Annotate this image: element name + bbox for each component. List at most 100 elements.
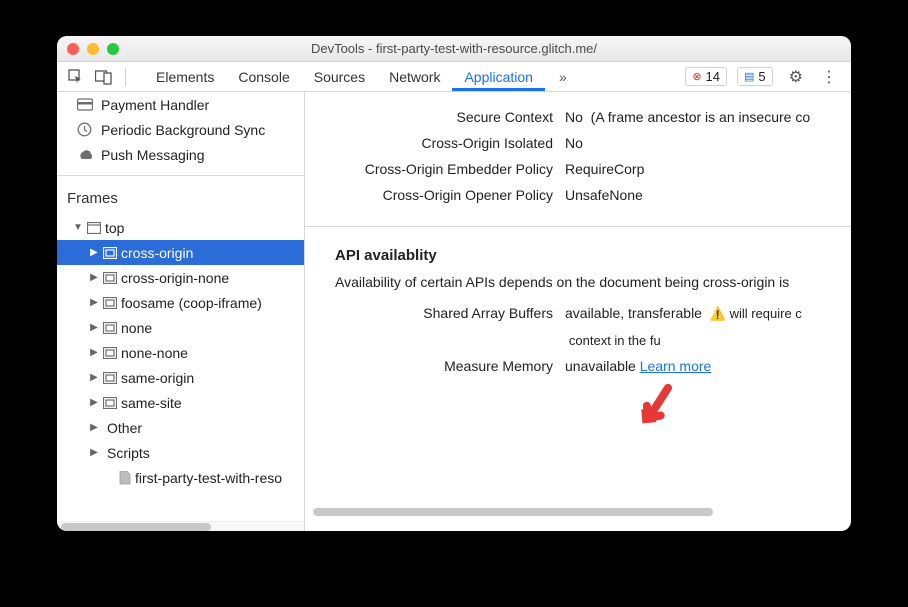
red-arrow-annotation (634, 383, 680, 429)
body: Payment Handler Periodic Background Sync P… (57, 92, 851, 531)
frame-first-party-test-with-reso[interactable]: first-party-test-with-reso (57, 465, 304, 490)
detail-row: Cross-Origin IsolatedNo (305, 130, 851, 156)
tab-sources[interactable]: Sources (302, 63, 377, 91)
divider (305, 226, 851, 227)
more-menu-icon[interactable]: ⋮ (815, 67, 843, 87)
tab-elements[interactable]: Elements (144, 63, 226, 91)
frame-same-origin[interactable]: ▶ same-origin (57, 365, 304, 390)
frame-label: none (121, 320, 152, 336)
frame-none-none[interactable]: ▶ none-none (57, 340, 304, 365)
api-section-desc: Availability of certain APIs depends on … (305, 270, 851, 300)
frame-cross-origin[interactable]: ▶ cross-origin (57, 240, 304, 265)
frame-label: Other (107, 420, 142, 436)
minimize-window-button[interactable] (87, 43, 99, 55)
frame-label: same-origin (121, 370, 194, 386)
frame-icon (103, 372, 117, 384)
api-label: Measure Memory (305, 358, 565, 374)
detail-label: Cross-Origin Isolated (305, 135, 565, 151)
frame-label: Scripts (107, 445, 150, 461)
disclosure-arrow-icon: ▶ (89, 447, 99, 458)
disclosure-arrow-icon: ▶ (89, 397, 99, 408)
sidebar-item-payment-handler[interactable]: Payment Handler (57, 92, 304, 117)
api-warning: ⚠️ will require c (710, 306, 802, 321)
detail-label: Cross-Origin Opener Policy (305, 187, 565, 203)
disclosure-arrow-icon: ▶ (89, 347, 99, 358)
detail-label: Cross-Origin Embedder Policy (305, 161, 565, 177)
frame-scripts[interactable]: ▶ Scripts (57, 440, 304, 465)
api-row: Measure Memoryunavailable Learn more (305, 353, 851, 379)
frame-label: foosame (coop-iframe) (121, 295, 262, 311)
api-label: Shared Array Buffers (305, 305, 565, 322)
sidebar: Payment Handler Periodic Background Sync P… (57, 92, 305, 531)
sidebar-item-push-messaging[interactable]: Push Messaging (57, 142, 304, 167)
frame-same-site[interactable]: ▶ same-site (57, 390, 304, 415)
disclosure-arrow-icon: ▶ (89, 422, 99, 433)
disclosure-arrow-icon: ▶ (89, 247, 99, 258)
sidebar-item-label: Payment Handler (101, 97, 209, 113)
disclosure-arrow-icon: ▶ (89, 297, 99, 308)
api-section-title: API availablity (305, 233, 851, 270)
api-label (305, 332, 565, 348)
toolbar-divider (125, 68, 126, 86)
tab-application[interactable]: Application (452, 63, 545, 91)
frame-label: cross-origin (121, 245, 193, 261)
detail-row: Secure ContextNo (A frame ancestor is an… (305, 104, 851, 130)
frame-cross-origin-none[interactable]: ▶ cross-origin-none (57, 265, 304, 290)
main-scrollbar[interactable] (313, 507, 843, 517)
detail-row: Cross-Origin Opener PolicyUnsafeNone (305, 182, 851, 208)
close-window-button[interactable] (67, 43, 79, 55)
frame-label: cross-origin-none (121, 270, 229, 286)
frame-icon (103, 297, 117, 309)
sidebar-item-label: Push Messaging (101, 147, 205, 163)
titlebar: DevTools - first-party-test-with-resourc… (57, 36, 851, 62)
clock-icon (77, 122, 93, 137)
frame-label: top (105, 220, 124, 236)
tab-console[interactable]: Console (226, 63, 301, 91)
messages-badge[interactable]: ▤5 (737, 67, 773, 86)
sidebar-item-periodic-background-sync[interactable]: Periodic Background Sync (57, 117, 304, 142)
frame-none[interactable]: ▶ none (57, 315, 304, 340)
sidebar-scrollbar[interactable] (57, 521, 304, 531)
errors-badge[interactable]: ⊗14 (685, 67, 727, 86)
more-tabs-icon[interactable]: » (551, 65, 575, 89)
detail-value: UnsafeNone (565, 187, 851, 203)
panel-tabs: ElementsConsoleSourcesNetworkApplication (144, 63, 545, 91)
tab-network[interactable]: Network (377, 63, 452, 91)
frame-other[interactable]: ▶ Other (57, 415, 304, 440)
frame-label: none-none (121, 345, 188, 361)
disclosure-arrow-icon: ▶ (89, 322, 99, 333)
frame-foosame-coop-iframe-[interactable]: ▶ foosame (coop-iframe) (57, 290, 304, 315)
main-panel: Secure ContextNo (A frame ancestor is an… (305, 92, 851, 531)
settings-icon[interactable]: ⚙ (783, 67, 809, 87)
detail-label: Secure Context (305, 109, 565, 125)
window-title: DevTools - first-party-test-with-resourc… (57, 41, 851, 56)
file-icon (119, 471, 131, 485)
cloud-icon (77, 149, 93, 161)
api-warning: context in the fu (569, 333, 661, 348)
frames-header: Frames (57, 176, 304, 215)
api-value: unavailable (565, 358, 636, 374)
disclosure-arrow-icon: ▼ (73, 222, 83, 233)
window-icon (87, 222, 101, 234)
frame-icon (103, 397, 117, 409)
disclosure-arrow-icon: ▶ (89, 272, 99, 283)
api-value: available, transferable (565, 305, 702, 321)
frame-label: first-party-test-with-reso (135, 470, 282, 486)
error-icon: ⊗ (692, 70, 701, 83)
disclosure-arrow-icon: ▶ (89, 372, 99, 383)
frame-icon (103, 322, 117, 334)
learn-more-link[interactable]: Learn more (640, 358, 712, 374)
frame-icon (103, 247, 117, 259)
frame-icon (103, 272, 117, 284)
frame-top[interactable]: ▼ top (57, 215, 304, 240)
device-toggle-icon[interactable] (93, 66, 115, 88)
toolbar: ElementsConsoleSourcesNetworkApplication… (57, 62, 851, 92)
inspect-element-icon[interactable] (65, 66, 87, 88)
detail-value: No (565, 135, 851, 151)
credit-card-icon (77, 98, 93, 112)
sidebar-item-label: Periodic Background Sync (101, 122, 265, 138)
frame-label: same-site (121, 395, 182, 411)
traffic-lights (67, 43, 119, 55)
detail-row: Cross-Origin Embedder PolicyRequireCorp (305, 156, 851, 182)
zoom-window-button[interactable] (107, 43, 119, 55)
